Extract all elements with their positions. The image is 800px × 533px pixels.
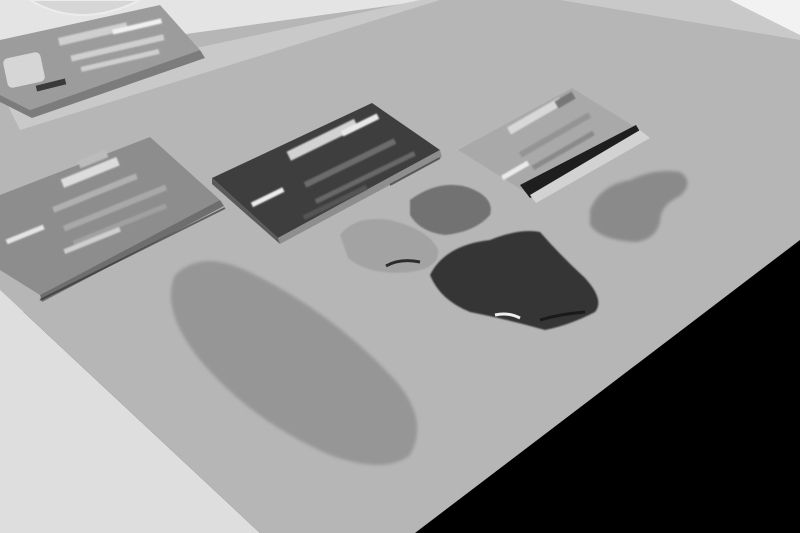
photo-svg [0,0,800,533]
photo-scene [0,0,800,533]
